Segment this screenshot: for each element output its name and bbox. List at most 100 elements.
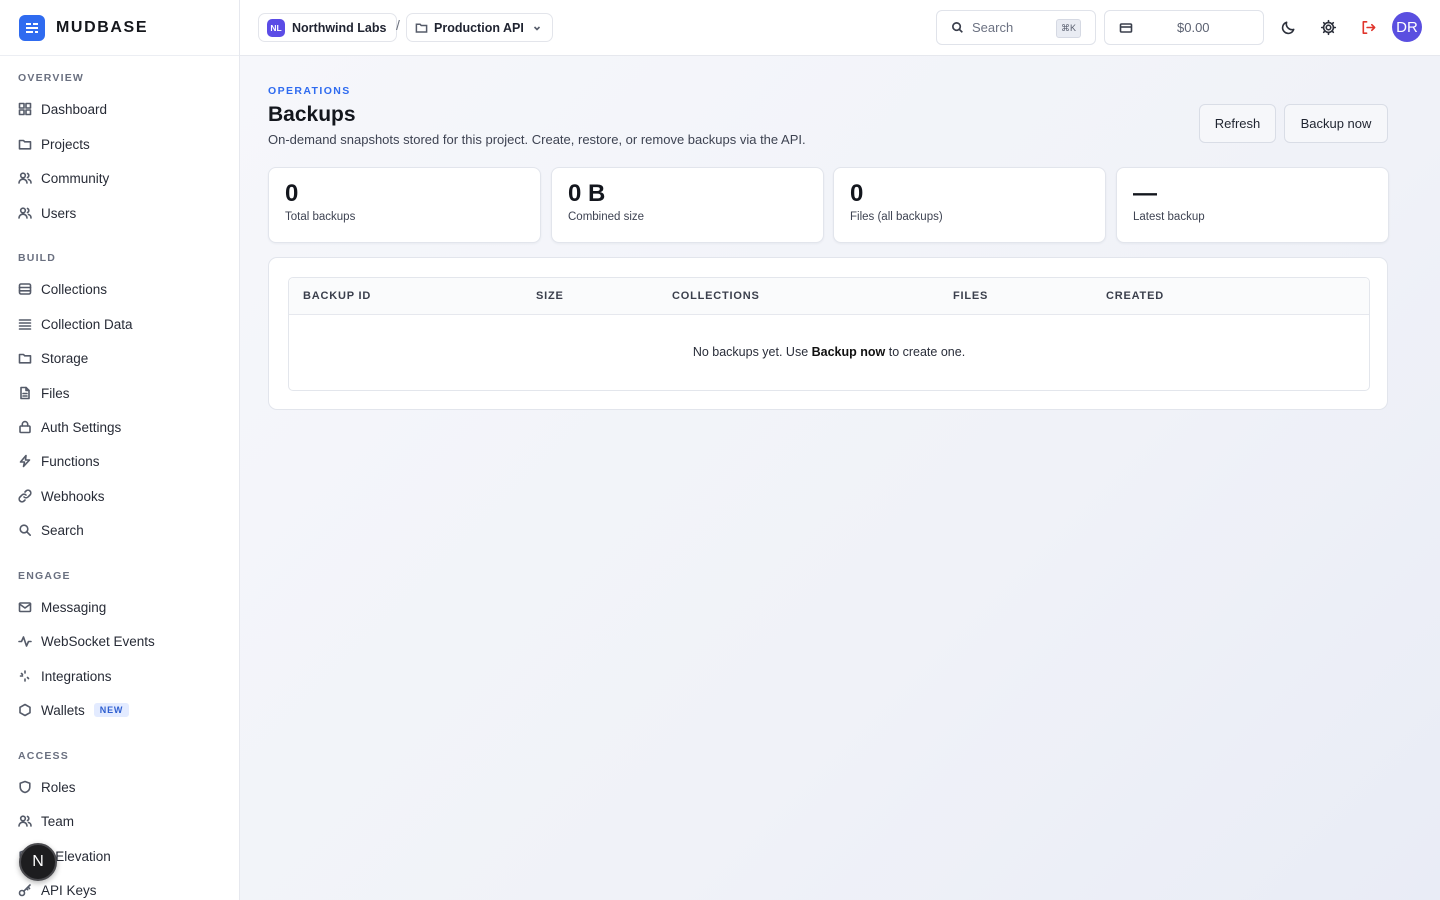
stat-card-latest-backup: — Latest backup: [1116, 167, 1389, 243]
org-switcher[interactable]: NL Northwind Labs: [258, 13, 398, 42]
sidebar-item-dashboard[interactable]: Dashboard: [18, 97, 107, 121]
topbar: NL Northwind Labs / Production API Searc…: [240, 0, 1440, 56]
sidebar-item-webhooks[interactable]: Webhooks: [18, 484, 105, 508]
floating-dev-button[interactable]: N: [19, 843, 57, 881]
search-icon: [952, 22, 963, 33]
refresh-button[interactable]: Refresh: [1199, 104, 1276, 143]
key-icon: [18, 883, 32, 897]
sidebar-item-label: Wallets: [41, 702, 85, 718]
sidebar-item-label: Auth Settings: [41, 419, 122, 435]
section-label-engage: ENGAGE: [18, 570, 71, 582]
table-header: BACKUP ID SIZE COLLECTIONS FILES CREATED: [289, 278, 1369, 315]
chevron-down-icon: [533, 25, 540, 31]
sidebar-item-label: Storage: [41, 350, 89, 366]
link-icon: [18, 489, 32, 503]
file-icon: [18, 386, 32, 400]
stat-value: 0: [285, 180, 299, 207]
wallet-balance-button[interactable]: $0.00: [1104, 10, 1264, 45]
users-icon: [18, 206, 32, 220]
settings-gear-icon[interactable]: [1318, 17, 1338, 37]
search-button[interactable]: Search ⌘K: [936, 10, 1096, 45]
stat-card-files: 0 Files (all backups): [833, 167, 1106, 243]
sidebar-item-label: Dashboard: [41, 101, 108, 117]
sidebar-item-users[interactable]: Users: [18, 201, 76, 225]
users-icon: [18, 814, 32, 828]
breadcrumb-separator: /: [396, 17, 400, 33]
sidebar-item-integrations[interactable]: Integrations: [18, 664, 112, 688]
search-shortcut: ⌘K: [1056, 19, 1081, 38]
column-header-created: CREATED: [1106, 290, 1164, 302]
page-eyebrow: OPERATIONS: [268, 85, 351, 97]
column-header-backup-id: BACKUP ID: [303, 290, 372, 302]
empty-state-message: No backups yet. Use Backup now to create…: [289, 345, 1369, 359]
stat-label: Combined size: [568, 211, 645, 223]
org-avatar: NL: [267, 18, 285, 37]
sidebar-item-label: Community: [41, 170, 110, 186]
empty-text-after: to create one.: [885, 345, 966, 359]
sidebar-item-label: Team: [41, 813, 75, 829]
section-label-access: ACCESS: [18, 750, 69, 762]
page-description: On-demand snapshots stored for this proj…: [268, 132, 806, 147]
sidebar-item-label: API Keys: [41, 882, 97, 898]
brand[interactable]: MUDBASE: [0, 0, 239, 56]
sidebar-item-wallets[interactable]: Wallets NEW: [18, 698, 130, 722]
stat-label: Files (all backups): [850, 211, 943, 223]
stat-label: Total backups: [285, 211, 356, 223]
stat-card-total-backups: 0 Total backups: [268, 167, 541, 243]
activity-icon: [18, 634, 32, 648]
sidebar-item-label: Files: [41, 385, 70, 401]
project-switcher[interactable]: Production API: [406, 13, 553, 42]
sidebar-item-api-keys[interactable]: API Keys: [18, 878, 97, 900]
sidebar-item-collection-data[interactable]: Collection Data: [18, 312, 133, 336]
folder-icon: [415, 23, 428, 33]
stat-value: 0: [850, 180, 864, 207]
sidebar-item-roles[interactable]: Roles: [18, 775, 76, 799]
section-label-overview: OVERVIEW: [18, 72, 85, 84]
sidebar-item-label: WebSocket Events: [41, 633, 155, 649]
list-icon: [18, 317, 32, 331]
sparkle-icon: [18, 669, 32, 683]
section-label-build: BUILD: [18, 252, 57, 264]
theme-toggle-moon-icon[interactable]: [1278, 17, 1298, 37]
stat-value: 0 B: [568, 180, 606, 207]
shield-icon: [18, 780, 32, 794]
sidebar-item-storage[interactable]: Storage: [18, 346, 88, 370]
backup-now-button[interactable]: Backup now: [1284, 104, 1388, 143]
empty-text-emphasis: Backup now: [811, 345, 886, 359]
folder-icon: [18, 137, 32, 151]
sidebar-item-community[interactable]: Community: [18, 166, 109, 190]
stat-card-combined-size: 0 B Combined size: [551, 167, 824, 243]
empty-text-before: No backups yet. Use: [692, 345, 812, 359]
sidebar-item-websocket-events[interactable]: WebSocket Events: [18, 629, 155, 653]
backups-table: BACKUP ID SIZE COLLECTIONS FILES CREATED…: [288, 277, 1370, 391]
sidebar-item-auth-settings[interactable]: Auth Settings: [18, 415, 121, 439]
folder-icon: [18, 351, 32, 365]
bolt-icon: [18, 454, 32, 468]
sidebar-item-collections[interactable]: Collections: [18, 277, 107, 301]
logout-icon[interactable]: [1358, 17, 1378, 37]
sidebar-item-label: Roles: [41, 779, 76, 795]
main-content: OPERATIONS Backups On-demand snapshots s…: [240, 56, 1440, 900]
brand-name: MUDBASE: [56, 18, 149, 36]
stat-value: —: [1133, 180, 1157, 207]
sidebar-item-label: Functions: [41, 453, 100, 469]
user-avatar[interactable]: DR: [1392, 12, 1422, 42]
hexagon-icon: [18, 703, 32, 717]
sidebar-item-label: Integrations: [41, 668, 112, 684]
column-header-files: FILES: [953, 290, 989, 302]
sidebar-item-files[interactable]: Files: [18, 381, 70, 405]
sidebar-item-messaging[interactable]: Messaging: [18, 595, 106, 619]
credit-card-icon: [1119, 22, 1133, 33]
org-name: Northwind Labs: [292, 20, 387, 35]
sidebar-item-search[interactable]: Search: [18, 518, 84, 542]
mail-icon: [18, 600, 32, 614]
sidebar-item-projects[interactable]: Projects: [18, 132, 90, 156]
project-name: Production API: [434, 20, 524, 35]
new-badge: NEW: [93, 703, 130, 717]
column-header-size: SIZE: [536, 290, 564, 302]
sidebar-item-functions[interactable]: Functions: [18, 449, 100, 473]
sidebar-item-label: Collection Data: [41, 316, 133, 332]
sidebar-item-team[interactable]: Team: [18, 809, 74, 833]
grid-icon: [18, 102, 32, 116]
sidebar-item-label: Search: [41, 522, 84, 538]
